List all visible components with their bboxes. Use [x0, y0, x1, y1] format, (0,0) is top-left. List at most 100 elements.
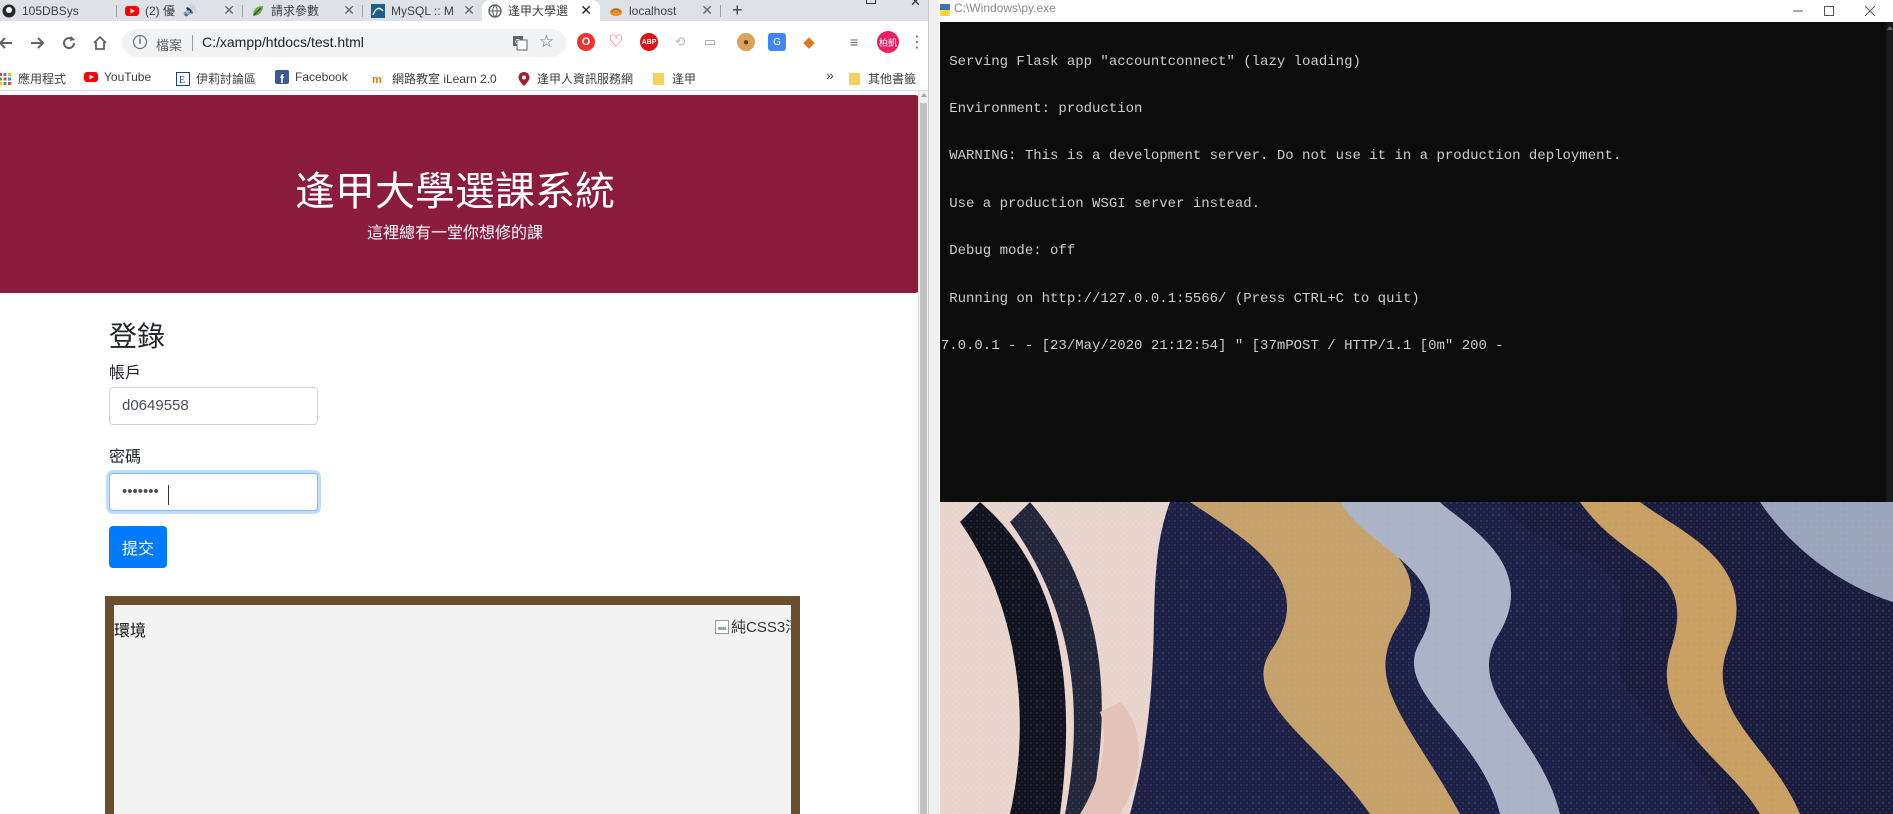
media-icon[interactable]: ≡: [845, 33, 863, 51]
folder-icon: [652, 72, 666, 86]
reload-icon[interactable]: [57, 31, 81, 55]
tab-request-params[interactable]: 請求參數 ✕: [245, 0, 363, 21]
scroll-up-arrow-icon[interactable]: [921, 93, 927, 97]
framed-content-box: 環境 純CSS3浮: [105, 596, 800, 814]
page-title: 逢甲大學選課系統: [295, 170, 615, 214]
bookmark-facebook[interactable]: f Facebook: [275, 70, 348, 84]
info-icon[interactable]: i: [133, 35, 147, 49]
tab-fcu-course-system[interactable]: 逢甲大學選 ✕: [482, 0, 600, 21]
ticket-icon[interactable]: ▭: [701, 33, 719, 51]
account-input[interactable]: d0649558: [109, 387, 318, 425]
home-icon[interactable]: [88, 31, 112, 55]
adblock-icon[interactable]: ABP: [640, 33, 658, 51]
password-input[interactable]: •••••••: [109, 473, 318, 511]
tab-separator: [116, 5, 117, 17]
sync-icon[interactable]: ⟲: [671, 33, 689, 51]
github-icon: [2, 4, 16, 18]
scrollbar-thumb[interactable]: [920, 103, 927, 814]
tab-mysql[interactable]: MySQL :: M ✕: [365, 0, 483, 21]
console-scrollbar[interactable]: [1886, 22, 1893, 502]
browser-window: 105DBSys (2) 優 🔊 ✕ 請求參數 ✕ MySQL :: M ✕ 逢…: [0, 0, 928, 814]
close-icon[interactable]: [1847, 0, 1893, 22]
metamask-icon[interactable]: ◆: [800, 33, 818, 51]
url-text[interactable]: C:/xampp/htdocs/test.html: [202, 34, 364, 50]
login-heading: 登錄: [109, 321, 166, 352]
bookmark-label: 其他書籤: [868, 72, 917, 86]
translate-icon[interactable]: G: [768, 33, 786, 51]
translate-page-icon[interactable]: G: [512, 35, 528, 51]
svg-text:G: G: [515, 39, 520, 46]
close-tab-icon[interactable]: ✕: [701, 2, 713, 19]
bookmark-other[interactable]: 其他書籤: [848, 70, 916, 87]
back-arrow-icon[interactable]: [0, 31, 18, 55]
console-line: * Debug mode: off: [940, 243, 1076, 260]
new-tab-button[interactable]: +: [732, 0, 743, 20]
facebook-icon: f: [275, 70, 289, 84]
bookmark-folder-fcu[interactable]: 逢甲: [652, 70, 696, 87]
close-tab-icon[interactable]: ✕: [343, 2, 355, 19]
bookmark-youtube[interactable]: YouTube: [84, 70, 151, 84]
console-line: WARNING: This is a development server. D…: [940, 148, 1622, 165]
console-titlebar[interactable]: C:\Windows\py.exe: [939, 0, 1893, 22]
submit-button[interactable]: 提交: [109, 526, 167, 568]
text-caret: [168, 485, 169, 505]
bookmark-label: 網路教室 iLearn 2.0: [392, 72, 497, 86]
tab-title: MySQL :: M: [391, 3, 454, 18]
speaker-icon[interactable]: 🔊: [183, 4, 197, 17]
folder-icon: [848, 72, 862, 86]
console-output[interactable]: * Serving Flask app "accountconnect" (la…: [940, 22, 1893, 502]
scroll-up-arrow-icon[interactable]: [1887, 26, 1893, 30]
opera-icon[interactable]: O: [577, 33, 595, 51]
console-lines: * Serving Flask app "accountconnect" (la…: [940, 23, 1621, 386]
tab-separator: [362, 5, 363, 17]
framed-content-inner: 環境 純CSS3浮: [114, 605, 791, 814]
bookmark-apps[interactable]: 應用程式: [0, 70, 66, 87]
close-tab-icon[interactable]: ✕: [580, 2, 592, 19]
address-divider: [192, 35, 193, 51]
svg-text:m: m: [372, 74, 382, 86]
jumbotron-header: 逢甲大學選課系統 這裡總有一堂你想修的課: [0, 95, 918, 293]
bookmarks-bar: 應用程式 YouTube E 伊莉討論區 f Facebook m 網路教室 i…: [0, 66, 928, 91]
bookmark-fcu-services[interactable]: 逢甲人資訊服務網: [517, 70, 633, 87]
bookmark-star-icon[interactable]: ☆: [539, 32, 554, 52]
close-window-icon[interactable]: ✕: [910, 0, 921, 10]
tab-title: localhost: [629, 3, 677, 18]
file-chip: 檔案: [156, 38, 183, 53]
svg-text:E: E: [179, 75, 185, 86]
cookie-icon[interactable]: ●: [737, 33, 755, 51]
menu-kebab-icon[interactable]: ⋮: [908, 33, 926, 51]
bookmark-eyny[interactable]: E 伊莉討論區: [176, 70, 256, 87]
python-icon: [940, 4, 950, 16]
tab-strip: 105DBSys (2) 優 🔊 ✕ 請求參數 ✕ MySQL :: M ✕ 逢…: [0, 0, 928, 21]
bookmark-label: 應用程式: [18, 72, 67, 86]
forward-arrow-icon[interactable]: [25, 31, 49, 55]
bookmark-label: Facebook: [295, 70, 348, 84]
close-tab-icon[interactable]: ✕: [223, 2, 235, 19]
close-tab-icon[interactable]: ✕: [463, 2, 475, 19]
youtube-icon: [84, 70, 98, 84]
bookmark-label: 伊莉討論區: [196, 72, 257, 86]
leaf-icon: [251, 4, 265, 18]
phpmyadmin-icon: [609, 4, 623, 18]
console-window: C:\Windows\py.exe * Serving Flask app "a…: [939, 0, 1893, 814]
address-bar[interactable]: i 檔案 C:/xampp/htdocs/test.html G ☆: [122, 29, 566, 57]
page-scrollbar[interactable]: [918, 91, 928, 814]
maximize-icon[interactable]: [1806, 0, 1852, 22]
bookmark-label: YouTube: [104, 70, 152, 84]
eyny-icon: E: [176, 71, 190, 86]
tab-youtube[interactable]: (2) 優 🔊 ✕: [119, 0, 243, 21]
wallpaper-art: [940, 502, 1893, 814]
desktop-wallpaper: [940, 502, 1893, 814]
tab-title: 105DBSys: [22, 3, 79, 18]
bookmark-ilearn[interactable]: m 網路教室 iLearn 2.0: [372, 70, 497, 87]
restore-icon[interactable]: [866, 0, 876, 4]
bookmarks-overflow-button[interactable]: »: [826, 67, 834, 83]
profile-avatar[interactable]: 柏凱: [877, 31, 899, 53]
page-subtitle: 這裡總有一堂你想修的課: [366, 225, 543, 242]
tab-105dbsys[interactable]: 105DBSys: [0, 0, 114, 21]
apps-grid-icon: [0, 72, 12, 86]
password-label: 密碼: [109, 449, 142, 466]
tab-localhost[interactable]: localhost ✕: [603, 0, 721, 21]
account-label: 帳戶: [109, 365, 142, 382]
heart-icon[interactable]: ♡: [607, 32, 625, 51]
